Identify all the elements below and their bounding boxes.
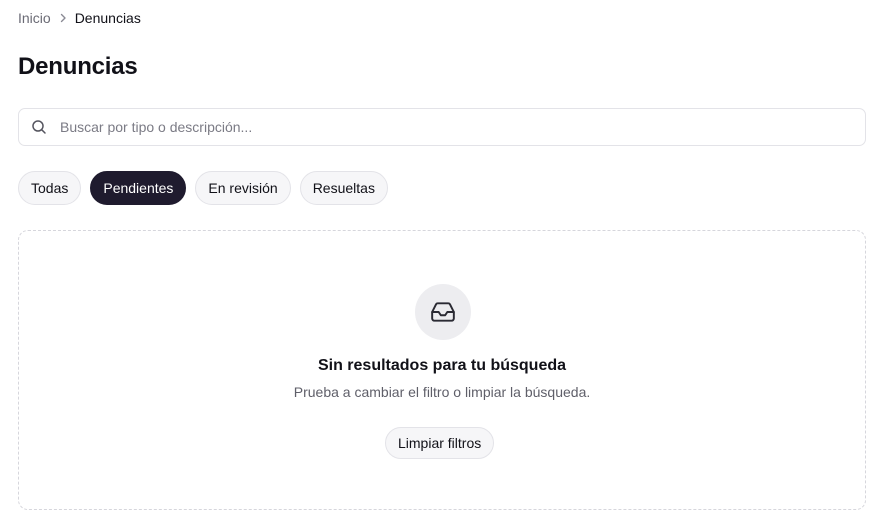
clear-filters-button[interactable]: Limpiar filtros [385, 427, 495, 459]
filter-pendientes[interactable]: Pendientes [90, 171, 187, 205]
breadcrumb-home-link[interactable]: Inicio [18, 10, 51, 26]
empty-state-panel: Sin resultados para tu búsqueda Prueba a… [18, 230, 866, 510]
search-input[interactable] [60, 119, 840, 135]
search-icon [31, 119, 47, 135]
empty-state-subtitle: Prueba a cambiar el filtro o limpiar la … [293, 384, 591, 400]
inbox-icon [415, 284, 471, 340]
empty-state-title: Sin resultados para tu búsqueda [317, 357, 567, 374]
filter-en-revision[interactable]: En revisión [195, 171, 291, 205]
filter-resueltas[interactable]: Resueltas [299, 171, 388, 205]
status-filter-tabs: Todas Pendientes En revisión Resueltas [18, 171, 388, 205]
search-box[interactable] [18, 108, 866, 146]
chevron-right-icon [58, 13, 68, 23]
page-title: Denuncias [18, 53, 138, 80]
breadcrumb-current: Denuncias [74, 10, 141, 26]
filter-todas[interactable]: Todas [18, 171, 82, 205]
breadcrumb: Inicio Denuncias [18, 9, 141, 27]
